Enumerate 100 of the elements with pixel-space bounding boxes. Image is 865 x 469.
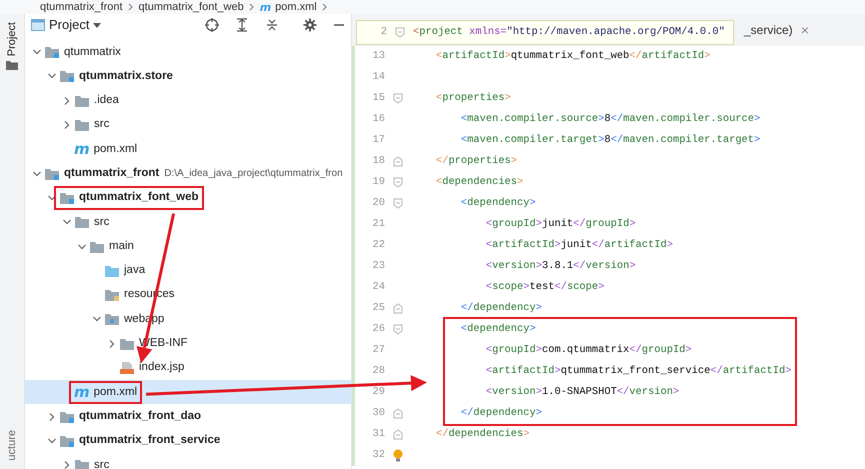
code-line: <dependency> <box>460 196 536 211</box>
fold-marker-icon[interactable] <box>393 324 403 335</box>
line-number: 23 <box>372 259 385 274</box>
tree-item[interactable]: src <box>25 453 351 469</box>
tree-item[interactable]: qtummatrix_front D:\A_idea_java_project\qtummatrix_fron <box>25 161 351 186</box>
fold-marker-icon[interactable] <box>393 198 403 209</box>
tree-item-label: qtummatrix_front_dao <box>79 408 202 424</box>
module-folder-icon <box>59 434 75 448</box>
folder-icon <box>74 458 90 469</box>
collapse-all-icon[interactable] <box>265 18 279 32</box>
tree-item[interactable]: m pom.xml <box>25 380 351 404</box>
code-line: <artifactId>qtummatrix_front_service</artifactId> <box>484 364 792 379</box>
line-number: 25 <box>372 301 385 316</box>
code-line: <artifactId>qtummatrix_font_web</artifactId> <box>434 49 710 64</box>
line-number: 29 <box>372 385 385 400</box>
collapsed-chevron-icon[interactable] <box>62 460 72 469</box>
project-tool-tab[interactable]: Project <box>4 22 20 56</box>
expanded-chevron-icon[interactable] <box>47 192 57 203</box>
code-line: <groupId>com.qtummatrix</groupId> <box>484 343 692 358</box>
line-number: 17 <box>372 133 385 148</box>
folder-icon <box>74 94 90 108</box>
breadcrumb-item[interactable]: qtummatrix_font_web <box>138 0 244 14</box>
tree-item[interactable]: index.jsp <box>25 356 351 380</box>
tree-item[interactable]: src <box>25 210 351 234</box>
tree-item[interactable]: qtummatrix.store <box>25 64 351 89</box>
lightbulb-icon[interactable] <box>393 449 403 462</box>
tree-item-label: main <box>109 238 134 254</box>
tree-item[interactable]: qtummatrix_font_web <box>25 186 351 210</box>
folder-icon <box>74 215 90 230</box>
code-line: <maven.compiler.source>8</maven.compiler.source> <box>460 112 760 127</box>
maven-icon: m <box>74 142 90 157</box>
folder-icon <box>6 60 18 70</box>
line-number: 19 <box>372 175 385 190</box>
tree-item[interactable]: main <box>25 234 351 259</box>
line-number: 18 <box>372 154 385 169</box>
collapsed-chevron-icon[interactable] <box>47 412 57 422</box>
fold-marker-icon[interactable] <box>395 27 405 38</box>
folder-icon <box>89 240 105 254</box>
collapsed-chevron-icon[interactable] <box>62 96 72 106</box>
tree-item[interactable]: qtummatrix_front_service <box>25 428 351 454</box>
tree-item-label: qtummatrix_front_service <box>79 433 220 448</box>
jsp-file-icon <box>119 361 135 375</box>
fold-marker-icon[interactable] <box>393 303 403 314</box>
code-line: <maven.compiler.target>8</maven.compiler.target> <box>460 133 760 148</box>
tree-item[interactable]: java <box>25 258 351 283</box>
breadcrumb-item[interactable]: pom.xml <box>275 0 317 14</box>
tree-item-label: pom.xml <box>94 384 138 400</box>
fold-marker-icon[interactable] <box>393 429 403 440</box>
tree-item[interactable]: qtummatrix_front_dao <box>25 404 351 429</box>
settings-icon[interactable] <box>303 18 317 32</box>
tree-item-label: qtummatrix <box>64 44 121 60</box>
code-line: </dependencies> <box>434 427 530 442</box>
line-number: 21 <box>372 217 385 232</box>
code-line: </dependency> <box>460 301 542 316</box>
code-line: <artifactId>junit</artifactId> <box>484 238 673 253</box>
breadcrumb-chevron-icon <box>126 3 135 11</box>
tree-item-label: .idea <box>94 93 119 108</box>
line-number: 30 <box>372 406 385 421</box>
line-number: 24 <box>372 280 385 295</box>
fold-marker-icon[interactable] <box>393 156 403 167</box>
line-number: 22 <box>372 238 385 253</box>
tree-item-label: src <box>94 117 110 132</box>
tree-item[interactable]: qtummatrix <box>25 40 351 64</box>
module-folder-icon <box>59 190 75 205</box>
code-line: <properties> <box>434 91 511 106</box>
expanded-chevron-icon[interactable] <box>47 436 57 446</box>
tree-item[interactable]: m pom.xml <box>25 137 351 162</box>
tree-item-label: qtummatrix.store <box>79 68 173 84</box>
line-number: 26 <box>372 322 385 337</box>
module-folder-icon <box>59 69 75 84</box>
source-folder-icon <box>104 264 120 278</box>
dropdown-caret-icon[interactable] <box>93 22 102 28</box>
code-line: <version>3.8.1</version> <box>484 259 636 274</box>
project-path: D:\A_idea_java_project\qtummatrix_fron <box>164 167 343 182</box>
line-number: 20 <box>372 196 385 211</box>
line-number: 27 <box>372 343 385 358</box>
collapsed-chevron-icon[interactable] <box>107 338 117 349</box>
crosshair-icon[interactable] <box>205 18 219 32</box>
resources-folder-icon <box>104 288 120 302</box>
web-folder-icon <box>104 312 120 326</box>
breadcrumb-item[interactable]: qtummatrix_front <box>40 0 123 14</box>
tree-item-label: src <box>94 458 110 469</box>
fold-marker-icon[interactable] <box>393 177 403 188</box>
expand-all-icon[interactable] <box>235 18 249 32</box>
code-line: <scope>test</scope> <box>484 280 604 295</box>
code-line: <project xmlns="http://maven.apache.org/POM/4.0.0" <box>413 25 725 40</box>
code-line: </properties> <box>434 154 518 169</box>
collapsed-chevron-icon[interactable] <box>62 120 72 130</box>
fold-marker-icon[interactable] <box>393 93 403 104</box>
expanded-chevron-icon[interactable] <box>32 168 42 179</box>
structure-tool-tab[interactable]: ucture <box>4 430 20 461</box>
fold-marker-icon[interactable] <box>393 408 403 419</box>
breadcrumb-chevron-icon <box>320 3 329 11</box>
expanded-chevron-icon[interactable] <box>77 242 87 252</box>
editor-tab[interactable]: _service) <box>744 21 793 39</box>
tree-item-label: index.jsp <box>139 360 184 376</box>
project-view-selector[interactable]: Project <box>49 15 90 35</box>
tree-item[interactable]: .idea <box>25 88 351 113</box>
tree-item[interactable]: src <box>25 112 351 138</box>
line-number: 28 <box>372 364 385 379</box>
